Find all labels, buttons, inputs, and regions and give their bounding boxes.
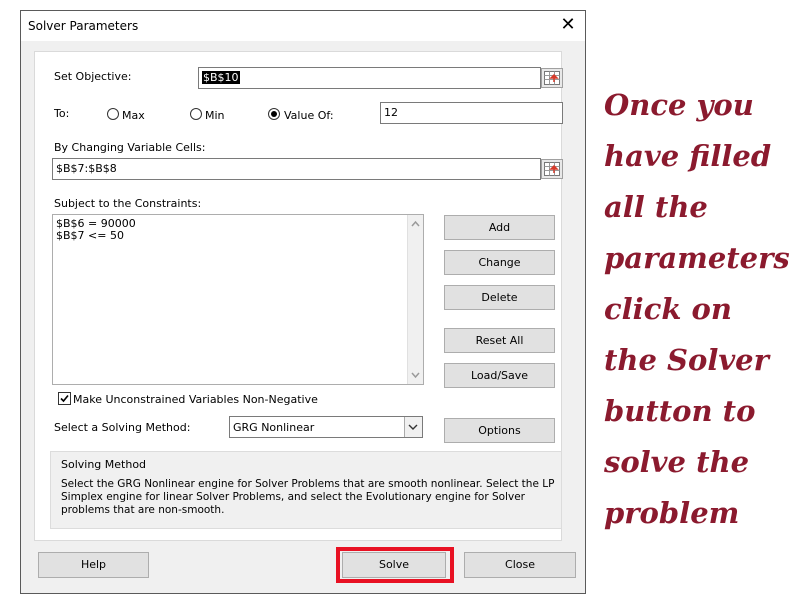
radio-value-of-label: Value Of: bbox=[284, 109, 334, 122]
scroll-up-icon[interactable] bbox=[408, 218, 423, 230]
value-of-value: 12 bbox=[384, 106, 398, 119]
chevron-down-icon bbox=[408, 424, 418, 430]
changing-cells-label: By Changing Variable Cells: bbox=[54, 141, 206, 154]
radio-max-label: Max bbox=[122, 109, 145, 122]
radio-value-of[interactable] bbox=[268, 108, 280, 120]
solving-method-select[interactable]: GRG Nonlinear bbox=[229, 416, 423, 438]
objective-range-selector-button[interactable] bbox=[541, 68, 563, 88]
solving-method-group-title: Solving Method bbox=[61, 458, 147, 471]
annotation-line: click on bbox=[604, 292, 732, 326]
range-selector-icon bbox=[544, 71, 560, 85]
annotation-line: button to bbox=[604, 394, 756, 428]
annotation-line: Once you bbox=[604, 88, 754, 122]
changing-cells-input[interactable]: $B$7:$B$8 bbox=[52, 158, 541, 180]
to-label: To: bbox=[54, 107, 70, 120]
solver-dialog: Solver Parameters ✕ Set Objective: $B$10… bbox=[20, 10, 586, 594]
constraints-scrollbar[interactable] bbox=[407, 215, 423, 384]
scroll-down-icon[interactable] bbox=[408, 369, 423, 381]
solving-method-description: Select the GRG Nonlinear engine for Solv… bbox=[61, 478, 555, 516]
checkmark-icon bbox=[60, 394, 69, 403]
change-button[interactable]: Change bbox=[444, 250, 555, 275]
set-objective-input[interactable]: $B$10 bbox=[198, 67, 541, 89]
solving-method-group: Solving Method Select the GRG Nonlinear … bbox=[50, 451, 562, 529]
dropdown-arrow[interactable] bbox=[404, 417, 422, 437]
constraint-item[interactable]: $B$7 <= 50 bbox=[56, 230, 124, 242]
set-objective-value: $B$10 bbox=[202, 71, 240, 84]
annotation-line: parameters bbox=[604, 241, 790, 275]
close-icon[interactable]: ✕ bbox=[557, 14, 579, 36]
options-button[interactable]: Options bbox=[444, 418, 555, 443]
title-bar: Solver Parameters ✕ bbox=[21, 11, 585, 41]
radio-max[interactable] bbox=[107, 108, 119, 120]
changing-cells-value: $B$7:$B$8 bbox=[56, 162, 117, 175]
value-of-input[interactable]: 12 bbox=[380, 102, 563, 124]
annotation-line: all the bbox=[604, 190, 708, 224]
nonnegative-checkbox[interactable] bbox=[58, 392, 71, 405]
range-selector-icon bbox=[544, 162, 560, 176]
nonnegative-label: Make Unconstrained Variables Non-Negativ… bbox=[73, 393, 318, 406]
delete-button[interactable]: Delete bbox=[444, 285, 555, 310]
radio-min[interactable] bbox=[190, 108, 202, 120]
solving-method-value: GRG Nonlinear bbox=[233, 421, 315, 434]
help-button[interactable]: Help bbox=[38, 552, 149, 578]
instruction-annotation: Once you have filled all the parameters … bbox=[604, 80, 800, 539]
set-objective-label: Set Objective: bbox=[54, 70, 132, 83]
radio-selected-dot bbox=[271, 111, 277, 117]
add-button[interactable]: Add bbox=[444, 215, 555, 240]
annotation-line: have filled bbox=[604, 139, 772, 173]
close-button[interactable]: Close bbox=[464, 552, 576, 578]
annotation-line: problem bbox=[604, 496, 740, 530]
annotation-line: solve the bbox=[604, 445, 750, 479]
annotation-line: the Solver bbox=[604, 343, 769, 377]
radio-min-label: Min bbox=[205, 109, 225, 122]
dialog-title: Solver Parameters bbox=[28, 19, 139, 33]
load-save-button[interactable]: Load/Save bbox=[444, 363, 555, 388]
solve-highlight-box bbox=[336, 547, 454, 583]
changing-range-selector-button[interactable] bbox=[541, 159, 563, 179]
solving-method-label: Select a Solving Method: bbox=[54, 421, 191, 434]
reset-all-button[interactable]: Reset All bbox=[444, 328, 555, 353]
constraints-label: Subject to the Constraints: bbox=[54, 197, 202, 210]
constraints-list[interactable]: $B$6 = 90000 $B$7 <= 50 bbox=[52, 214, 424, 385]
